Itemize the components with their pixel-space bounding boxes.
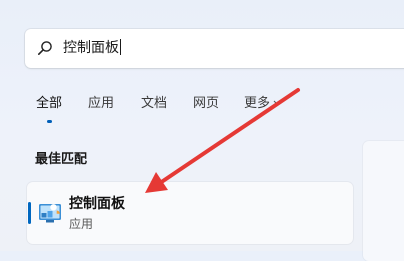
search-query: 控制面板 bbox=[63, 40, 119, 56]
chevron-down-icon bbox=[273, 100, 282, 106]
search-input[interactable]: 控制面板 bbox=[63, 39, 121, 58]
tab-label: 更多 bbox=[244, 96, 271, 111]
result-name: 控制面板 bbox=[69, 196, 125, 212]
tab-documents[interactable]: 文档 bbox=[141, 95, 167, 113]
text-caret bbox=[120, 39, 121, 55]
search-box[interactable]: 控制面板 bbox=[25, 29, 404, 68]
tab-label: 文档 bbox=[141, 96, 168, 111]
selection-indicator bbox=[28, 202, 31, 224]
control-panel-icon bbox=[39, 204, 61, 223]
result-type: 应用 bbox=[69, 217, 94, 231]
tab-label: 应用 bbox=[88, 96, 115, 111]
tab-all[interactable]: 全部 bbox=[36, 95, 62, 113]
search-icon bbox=[37, 41, 52, 55]
active-tab-indicator bbox=[47, 120, 52, 123]
tab-apps[interactable]: 应用 bbox=[88, 95, 114, 113]
best-match-result[interactable]: 控制面板 应用 bbox=[27, 182, 353, 244]
tab-more[interactable]: 更多 bbox=[244, 95, 282, 113]
tab-web[interactable]: 网页 bbox=[193, 95, 219, 113]
tab-label: 网页 bbox=[193, 96, 220, 111]
tab-label: 全部 bbox=[36, 96, 63, 111]
details-pane bbox=[363, 141, 404, 261]
best-match-heading: 最佳匹配 bbox=[35, 152, 88, 167]
